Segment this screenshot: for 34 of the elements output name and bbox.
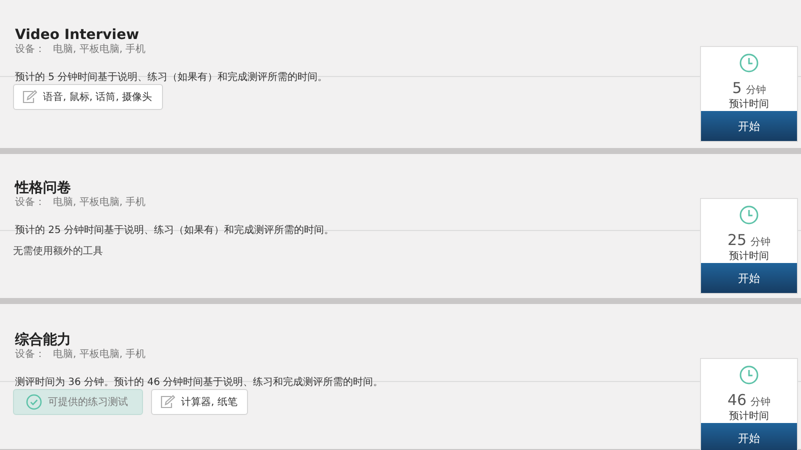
duration-unit: 分钟 — [746, 84, 766, 97]
tools-note: 无需使用额外的工具 — [13, 244, 103, 258]
assessment-title: 性格问卷 — [15, 180, 71, 196]
devices-label: 设备： — [15, 43, 45, 56]
devices-list: 电脑, 平板电脑, 手机 — [53, 348, 146, 361]
clock-icon — [739, 53, 759, 73]
clock-icon — [739, 205, 759, 225]
devices-list: 电脑, 平板电脑, 手机 — [53, 43, 146, 56]
assessment-description: 预计的 25 分钟时间基于说明、练习（如果有）和完成测评所需的时间。 — [15, 224, 334, 237]
tools-chip: 语音, 鼠标, 话筒, 摄像头 — [13, 84, 164, 110]
edit-icon — [160, 395, 175, 409]
duration-label: 预计时间 — [729, 250, 769, 263]
assessment-description: 预计的 5 分钟时间基于说明、练习（如果有）和完成测评所需的时间。 — [15, 71, 328, 84]
duration-label: 预计时间 — [729, 98, 769, 111]
check-circle-icon — [26, 394, 42, 410]
start-button[interactable]: 开始 — [701, 111, 797, 141]
start-button[interactable]: 开始 — [701, 263, 797, 293]
duration-unit: 分钟 — [750, 396, 771, 409]
practice-test-chip[interactable]: 可提供的练习测试 — [13, 389, 143, 415]
devices-label: 设备： — [15, 196, 45, 209]
edit-icon — [22, 90, 37, 104]
assessment-title: 综合能力 — [15, 332, 71, 348]
tools-chip: 计算器, 纸笔 — [151, 389, 248, 415]
assessment-description: 测评时间为 36 分钟。预计的 46 分钟时间基于说明、练习和完成测评所需的时间。 — [15, 376, 384, 389]
devices-list: 电脑, 平板电脑, 手机 — [53, 196, 146, 209]
duration-value: 25 — [727, 231, 747, 249]
duration-label: 预计时间 — [729, 410, 769, 423]
assessment-title: Video Interview — [15, 27, 140, 43]
duration-value: 46 — [727, 391, 747, 409]
devices-label: 设备： — [15, 348, 45, 361]
duration-unit: 分钟 — [750, 236, 771, 249]
duration-value: 5 — [732, 79, 742, 97]
start-button[interactable]: 开始 — [701, 423, 797, 450]
clock-icon — [739, 365, 759, 385]
